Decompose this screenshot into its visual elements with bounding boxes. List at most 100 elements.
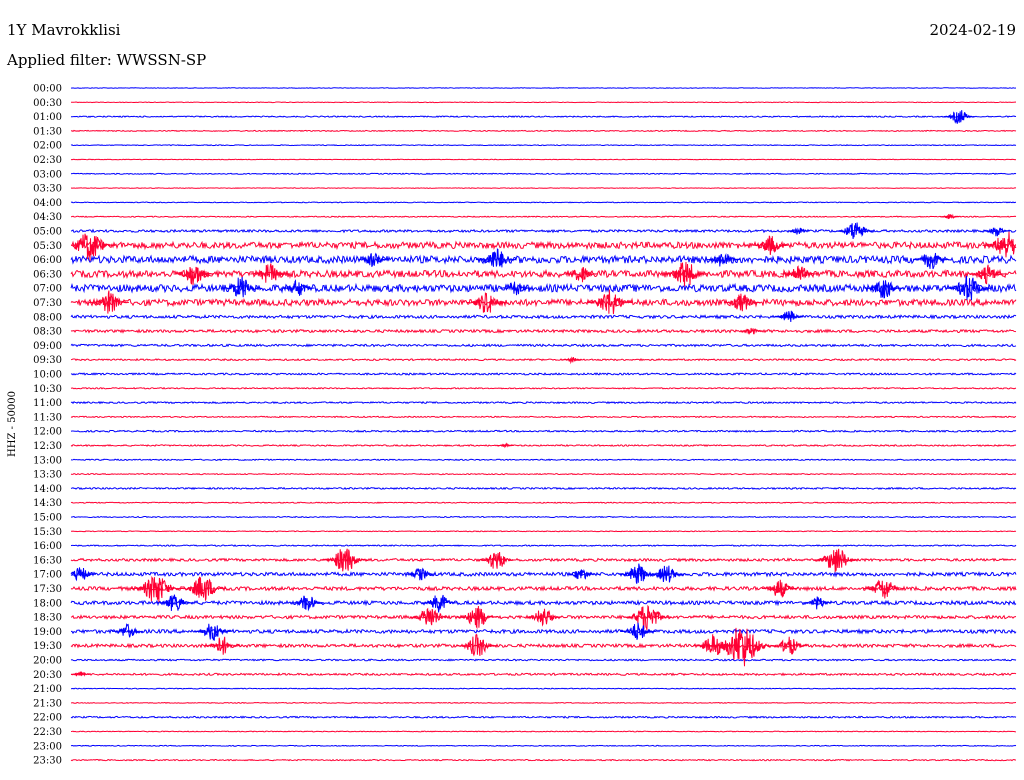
hour-label: 12:00 [33,427,62,438]
trace-line [70,228,1017,234]
trace-line [70,730,1017,733]
event-burst [623,604,672,631]
hour-label: 13:30 [33,470,62,481]
hour-label: 08:30 [33,327,62,338]
event-burst [813,548,860,573]
trace-line [70,701,1017,704]
event-burst [562,356,582,365]
trace-line [70,372,1017,376]
hour-label: 14:30 [33,498,62,509]
trace-line [70,201,1017,204]
trace-line [70,129,1017,133]
trace-line [70,328,1017,334]
hour-label: 16:00 [33,541,62,552]
hour-label: 01:00 [33,112,62,123]
event-burst [456,633,498,657]
trace-line [70,672,1017,677]
hour-label: 23:30 [33,756,62,767]
event-burst [566,569,596,580]
hour-label: 13:00 [33,455,62,466]
event-burst [475,248,517,268]
hour-label: 11:00 [33,398,62,409]
hour-label: 04:30 [33,212,62,223]
hour-label: 18:30 [33,613,62,624]
hour-label: 19:30 [33,641,62,652]
event-burst [752,235,789,255]
event-burst [250,263,289,283]
hour-label: 11:30 [33,412,62,423]
event-burst [864,280,903,299]
trace-line [70,172,1017,175]
event-burst [173,266,215,285]
trace-line [70,386,1017,390]
event-burst [723,293,760,312]
trace-line [70,215,1017,218]
trace-line [70,501,1017,504]
hour-label: 15:30 [33,527,62,538]
hour-label: 10:00 [33,370,62,381]
event-burst [740,327,763,335]
trace-line [70,758,1017,762]
trace-line [70,658,1017,662]
hour-label: 18:00 [33,598,62,609]
event-burst [803,596,832,610]
hour-label: 05:30 [33,241,62,252]
event-burst [943,110,975,124]
event-burst [456,606,498,630]
helicorder-chart: 1Y Mavrokklisi 2024-02-19 Applied filter… [6,21,1017,767]
hour-label: 02:30 [33,155,62,166]
trace-line [70,115,1017,118]
trace-line [70,415,1017,419]
hour-label: 02:00 [33,141,62,152]
hour-label: 06:30 [33,269,62,280]
trace-line [70,158,1017,161]
event-burst [70,671,91,677]
trace-line [70,744,1017,747]
event-burst [525,608,562,627]
trace-line [70,458,1017,462]
hour-label: 00:30 [33,98,62,109]
trace-line [70,429,1017,433]
y-axis-label: HHZ - 50000 [7,391,18,457]
hour-label: 19:00 [33,627,62,638]
trace-line [70,444,1017,448]
event-burst [220,276,262,298]
hour-label: 20:00 [33,656,62,667]
trace-line [70,628,1017,635]
event-burst [409,607,451,626]
hour-label: 20:30 [33,670,62,681]
event-burst [406,567,435,581]
hour-label: 15:00 [33,513,62,524]
trace-line [70,544,1017,547]
trace-line [70,314,1017,320]
hour-label: 07:00 [33,284,62,295]
hour-label: 23:00 [33,741,62,752]
event-burst [194,623,231,641]
trace-line [70,87,1017,89]
event-burst [940,213,960,220]
hour-label: 22:00 [33,713,62,724]
trace-line [70,254,1017,265]
event-burst [322,548,368,572]
event-burst [618,563,657,584]
event-burst [662,261,709,287]
event-burst [982,231,1016,258]
hour-label: 16:30 [33,555,62,566]
event-burst [787,227,810,235]
trace-line [70,358,1017,362]
event-burst [70,233,116,261]
event-burst [290,595,324,612]
event-burst [497,442,514,449]
hour-label: 12:30 [33,441,62,452]
event-burst [357,252,389,268]
trace-line [70,101,1017,104]
seismic-events [70,110,1016,677]
event-burst [180,576,227,601]
hour-label: 01:30 [33,126,62,137]
hour-label: 09:00 [33,341,62,352]
hour-label: 17:30 [33,584,62,595]
event-burst [969,264,1006,285]
hour-label: 03:00 [33,169,62,180]
trace-line [70,715,1017,719]
trace-line [70,240,1017,251]
